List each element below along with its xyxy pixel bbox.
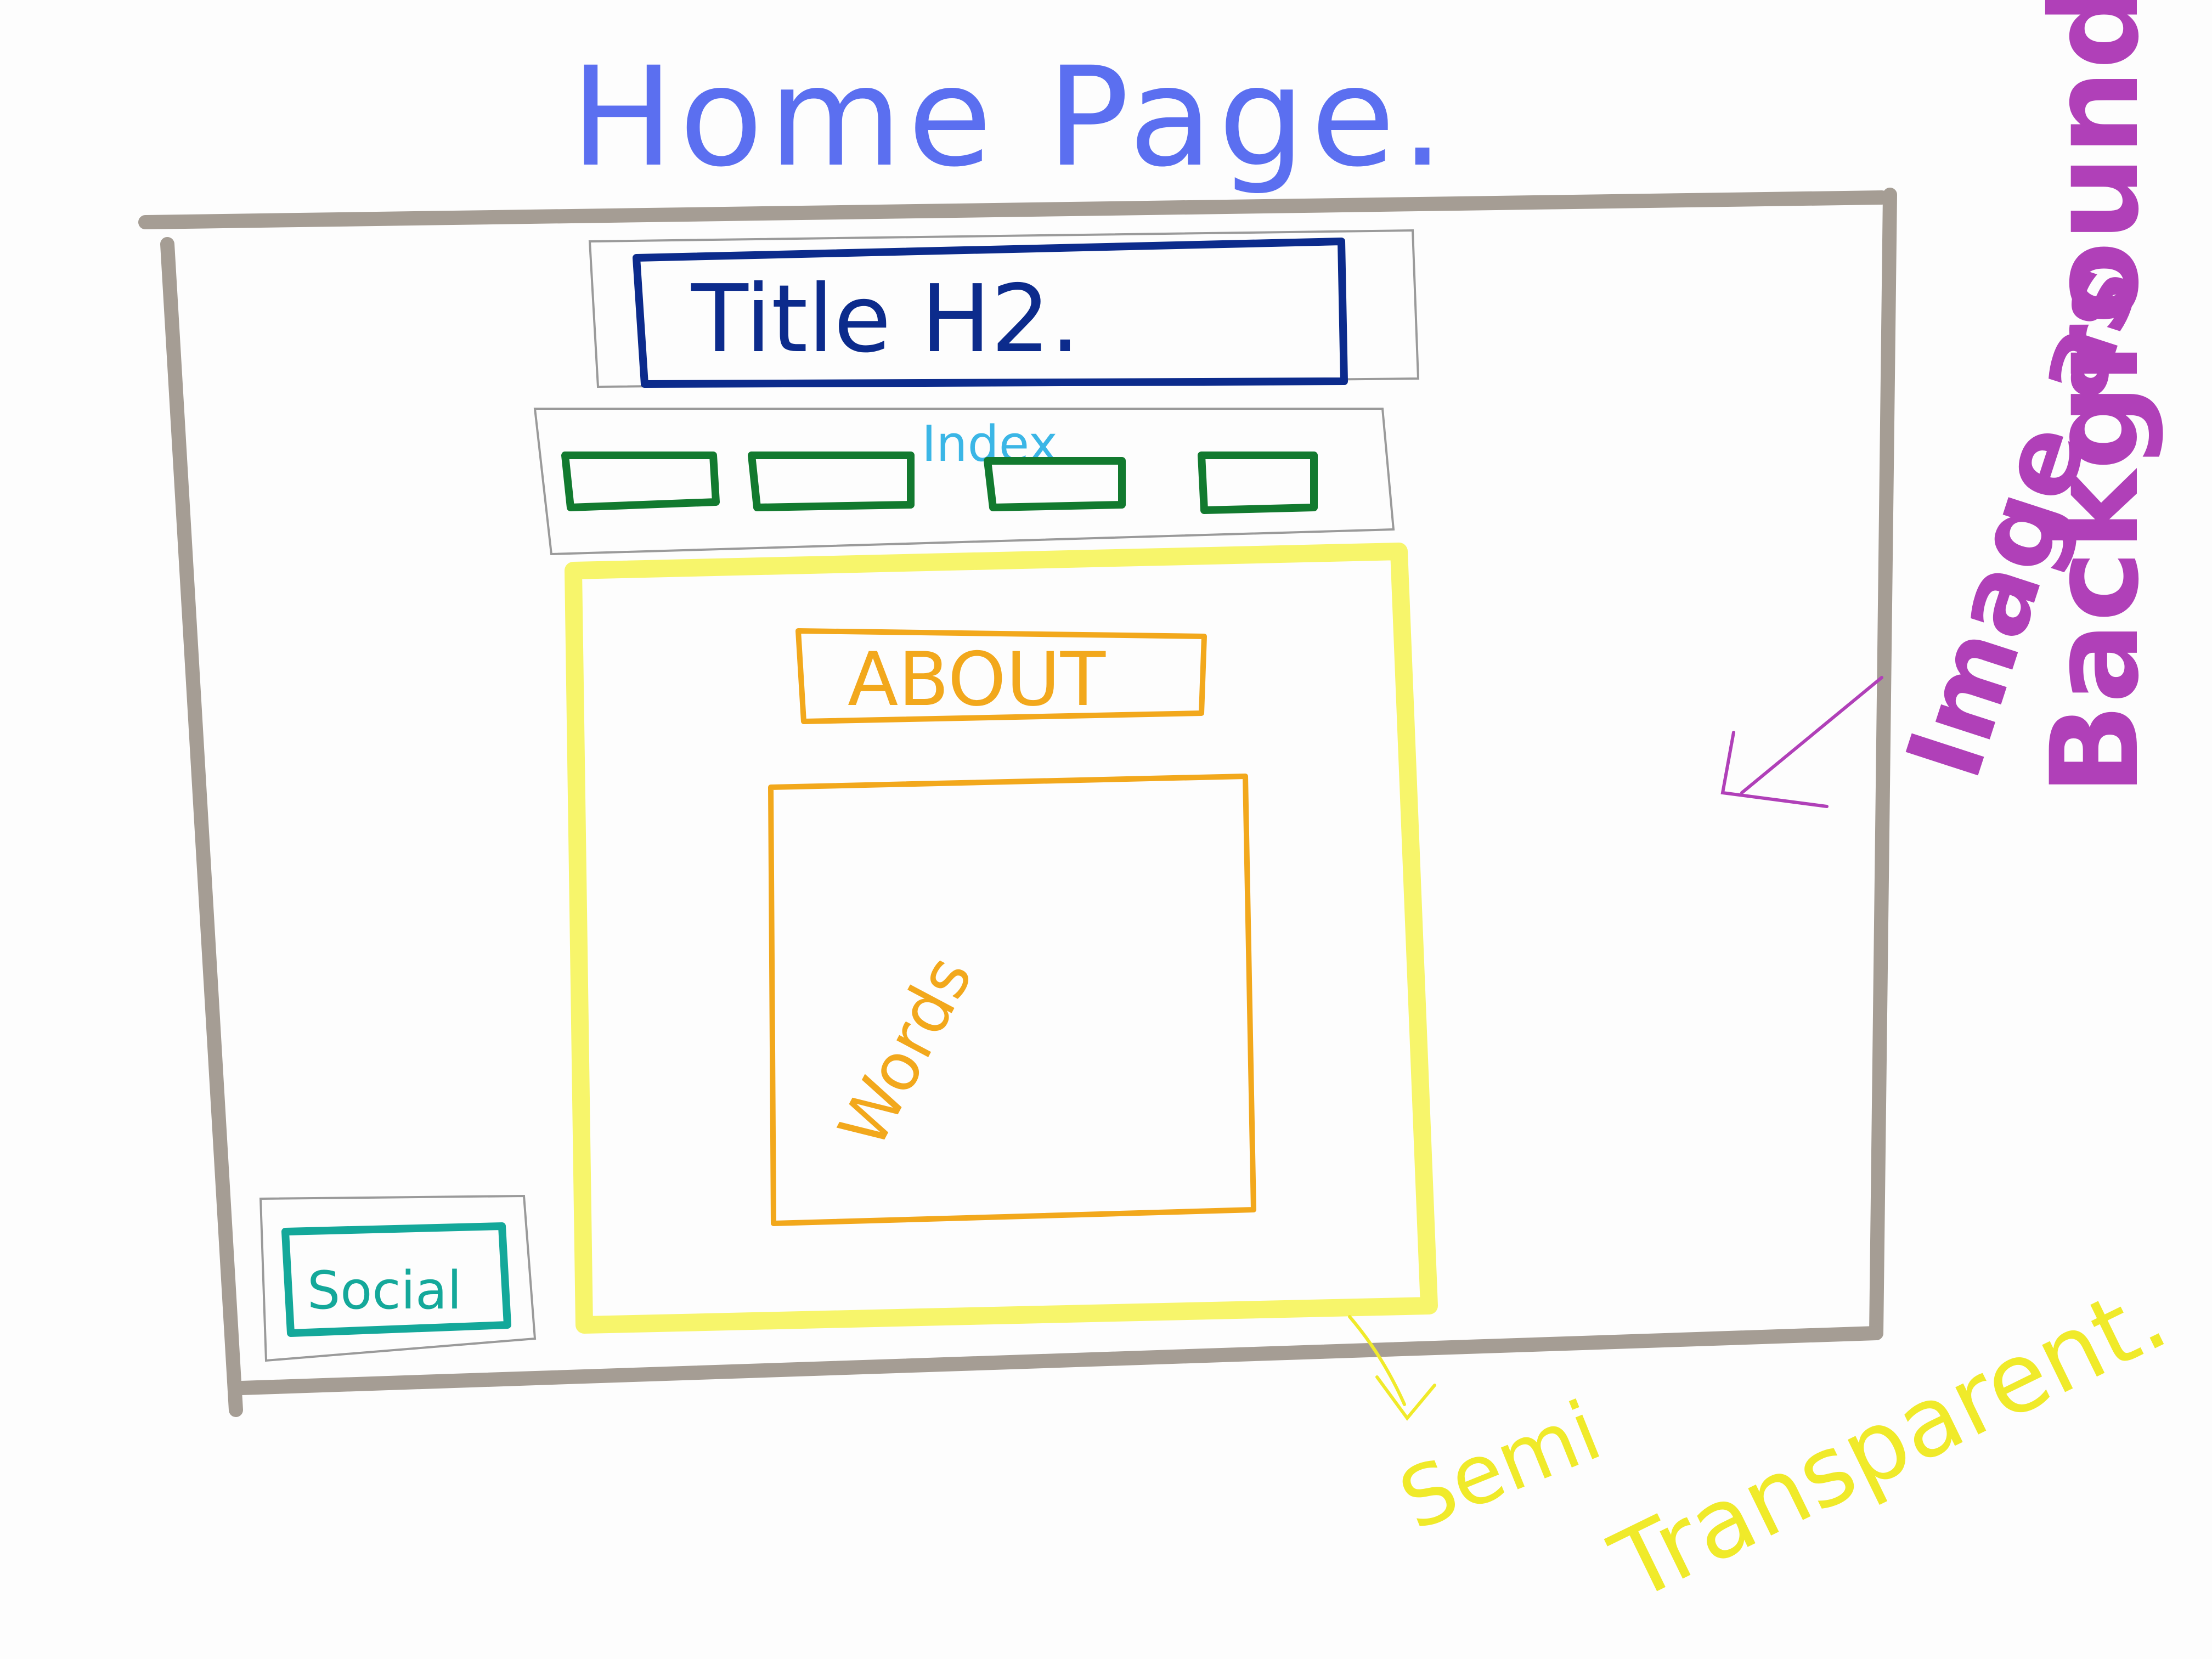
semi-note-line1: Semi (1387, 1383, 1613, 1549)
title-box-label: Title H2. (691, 265, 1080, 374)
semi-arrow-icon (1348, 1315, 1436, 1421)
nav-button-4[interactable] (1198, 452, 1318, 514)
nav-button-1[interactable] (561, 452, 720, 511)
semi-note-line2: Transparent. (1596, 1260, 2183, 1623)
background-note-line2: Background (2025, 0, 2165, 795)
social-label[interactable]: Social (307, 1261, 462, 1321)
words-label: Words (825, 944, 988, 1160)
page-title: Home Page. (571, 37, 1449, 197)
about-label: ABOUT (848, 636, 1106, 723)
wireframe-sketch: Home Page. Title H2. Index ABOUT Words S… (138, 0, 2183, 1623)
background-arrow-icon (1720, 676, 1883, 808)
words-box (768, 774, 1256, 1226)
nav-button-2[interactable] (748, 452, 915, 511)
